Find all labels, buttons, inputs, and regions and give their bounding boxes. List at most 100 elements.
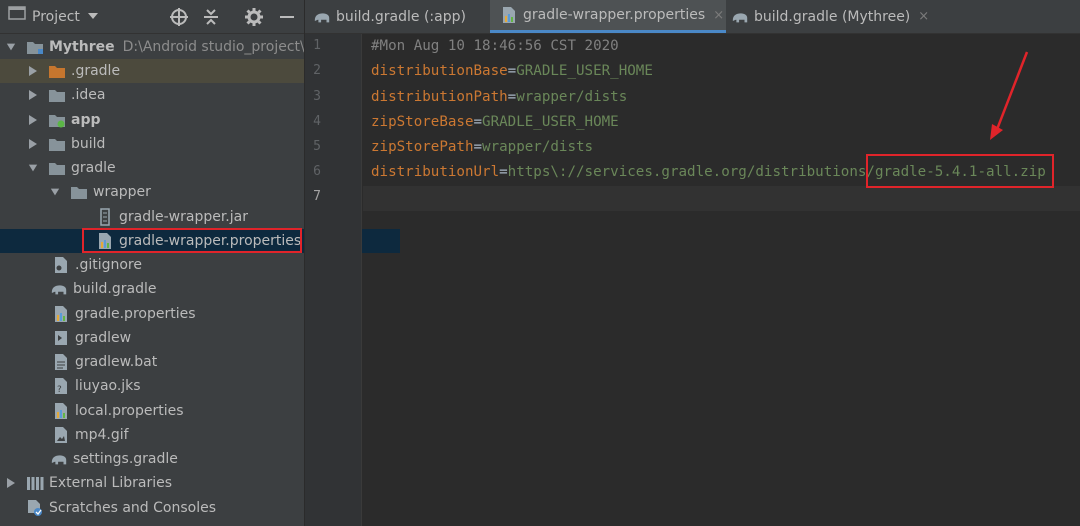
expanded-arrow-icon[interactable] bbox=[50, 187, 60, 197]
collapsed-arrow-icon[interactable] bbox=[6, 478, 16, 488]
tree-item-label: .gitignore bbox=[75, 257, 142, 273]
svg-text:?: ? bbox=[57, 385, 62, 395]
tree-item-external-libraries[interactable]: External Libraries bbox=[0, 471, 310, 495]
tree-item-mythree[interactable]: Mythree D:\Android studio_project\M bbox=[0, 35, 317, 59]
expanded-arrow-icon[interactable] bbox=[6, 42, 16, 52]
tree-item-label: app bbox=[71, 112, 101, 128]
tree-item-label: build.gradle bbox=[73, 281, 157, 297]
tab-label: build.gradle (:app) bbox=[336, 8, 466, 25]
collapsed-arrow-icon[interactable] bbox=[28, 90, 38, 100]
script-icon bbox=[52, 329, 70, 347]
tree-item-build[interactable]: build bbox=[0, 132, 332, 156]
code-line-1: #Mon Aug 10 18:46:56 CST 2020 bbox=[371, 38, 619, 54]
libraries-icon bbox=[26, 474, 44, 492]
collapsed-arrow-icon[interactable] bbox=[28, 115, 38, 125]
tree-item-app[interactable]: app bbox=[0, 108, 332, 132]
tree-item-gitignore[interactable]: .gitignore bbox=[0, 253, 356, 277]
collapse-icon[interactable] bbox=[200, 6, 222, 28]
annotation-arrow-icon bbox=[990, 51, 1029, 140]
tree-item-liuyao-jks[interactable]: ? liuyao.jks bbox=[0, 374, 356, 398]
tree-item-label: local.properties bbox=[75, 403, 184, 419]
project-toolbar: Project bbox=[0, 0, 304, 34]
tab-label: build.gradle (Mythree) bbox=[754, 8, 911, 25]
project-view-selector[interactable]: Project bbox=[8, 0, 100, 34]
line-number: 4 bbox=[313, 114, 321, 129]
tree-item-mp4-gif[interactable]: mp4.gif bbox=[0, 423, 356, 447]
line-number-gutter[interactable]: 1 2 3 4 5 6 7 bbox=[305, 34, 362, 526]
annotation-box-selected-file bbox=[82, 228, 302, 253]
tree-item-label: .gradle bbox=[71, 63, 121, 79]
tree-item-gradlew-bat[interactable]: gradlew.bat bbox=[0, 350, 356, 374]
annotation-box-gradle-version bbox=[866, 154, 1054, 188]
tree-item-label: gradle bbox=[71, 160, 116, 176]
scratches-icon bbox=[26, 499, 44, 517]
tree-item-gradle-properties[interactable]: gradle.properties bbox=[0, 302, 356, 326]
project-path: D:\Android studio_project\M bbox=[122, 39, 317, 55]
locate-icon[interactable] bbox=[168, 6, 190, 28]
tree-item-label: .idea bbox=[71, 87, 106, 103]
tree-item-gradlew[interactable]: gradlew bbox=[0, 326, 356, 350]
project-window-icon bbox=[8, 0, 26, 34]
line-number: 3 bbox=[313, 89, 321, 104]
image-file-icon bbox=[52, 426, 70, 444]
tab-build-gradle-mythree[interactable]: build.gradle (Mythree) × bbox=[731, 0, 931, 33]
editor-tab-bar: build.gradle (:app) gradle-wrapper.prope… bbox=[305, 0, 1080, 34]
gradle-elephant-icon bbox=[50, 450, 68, 468]
project-title: Project bbox=[32, 9, 80, 25]
current-line-highlight bbox=[363, 186, 1080, 211]
folder-icon bbox=[48, 135, 66, 153]
line-number-current: 7 bbox=[313, 189, 321, 204]
tree-item-label: gradle-wrapper.jar bbox=[119, 209, 248, 225]
tree-item-label: mp4.gif bbox=[75, 427, 129, 443]
properties-icon bbox=[52, 402, 70, 420]
hide-icon[interactable] bbox=[276, 6, 298, 28]
gear-icon[interactable] bbox=[243, 6, 265, 28]
collapsed-arrow-icon[interactable] bbox=[28, 66, 38, 76]
tree-item-label: gradlew bbox=[75, 330, 132, 346]
text-file-icon bbox=[52, 353, 70, 371]
folder-orange-icon bbox=[48, 62, 66, 80]
collapsed-arrow-icon[interactable] bbox=[28, 139, 38, 149]
line-number: 5 bbox=[313, 139, 321, 154]
expanded-arrow-icon[interactable] bbox=[28, 163, 38, 173]
properties-icon bbox=[52, 305, 70, 323]
code-editor[interactable]: #Mon Aug 10 18:46:56 CST 2020 distributi… bbox=[363, 34, 1080, 526]
properties-icon bbox=[500, 6, 518, 24]
jar-icon bbox=[96, 208, 114, 226]
code-line-4: zipStoreBase=GRADLE_USER_HOME bbox=[371, 114, 619, 130]
folder-icon bbox=[48, 86, 66, 104]
tree-item-dot-gradle[interactable]: .gradle bbox=[0, 59, 332, 83]
gradle-elephant-icon bbox=[731, 8, 749, 26]
tree-item-label: Mythree bbox=[49, 39, 115, 55]
chevron-down-icon bbox=[86, 0, 100, 34]
tab-gradle-wrapper-properties[interactable]: gradle-wrapper.properties × bbox=[490, 0, 726, 33]
folder-icon bbox=[70, 183, 88, 201]
tree-item-gradle[interactable]: gradle bbox=[0, 156, 332, 180]
project-panel: Project Mythree D:\Android studio_projec… bbox=[0, 0, 400, 526]
tree-item-build-gradle[interactable]: build.gradle bbox=[0, 277, 354, 301]
tab-label: gradle-wrapper.properties bbox=[523, 7, 706, 23]
gradle-elephant-icon bbox=[313, 8, 331, 26]
tree-item-settings-gradle[interactable]: settings.gradle bbox=[0, 447, 354, 471]
close-icon[interactable]: × bbox=[918, 9, 929, 24]
tree-item-label: liuyao.jks bbox=[75, 378, 141, 394]
tab-build-gradle-app[interactable]: build.gradle (:app) bbox=[313, 0, 488, 33]
tree-item-scratches[interactable]: Scratches and Consoles bbox=[0, 496, 330, 520]
folder-icon bbox=[48, 159, 66, 177]
tree-item-label: build bbox=[71, 136, 106, 152]
tree-item-idea[interactable]: .idea bbox=[0, 83, 332, 107]
gradle-elephant-icon bbox=[50, 280, 68, 298]
code-line-2: distributionBase=GRADLE_USER_HOME bbox=[371, 63, 653, 79]
line-number: 6 bbox=[313, 164, 321, 179]
line-number: 1 bbox=[313, 38, 321, 53]
tree-item-label: External Libraries bbox=[49, 475, 172, 491]
tree-item-local-properties[interactable]: local.properties bbox=[0, 399, 356, 423]
code-line-3: distributionPath=wrapper/dists bbox=[371, 89, 628, 105]
tree-item-label: Scratches and Consoles bbox=[49, 500, 216, 516]
close-icon[interactable]: × bbox=[713, 8, 724, 23]
tree-item-label: wrapper bbox=[93, 184, 151, 200]
code-line-5: zipStorePath=wrapper/dists bbox=[371, 139, 594, 155]
gitignore-icon bbox=[52, 256, 70, 274]
tree-item-label: settings.gradle bbox=[73, 451, 178, 467]
line-number: 2 bbox=[313, 63, 321, 78]
